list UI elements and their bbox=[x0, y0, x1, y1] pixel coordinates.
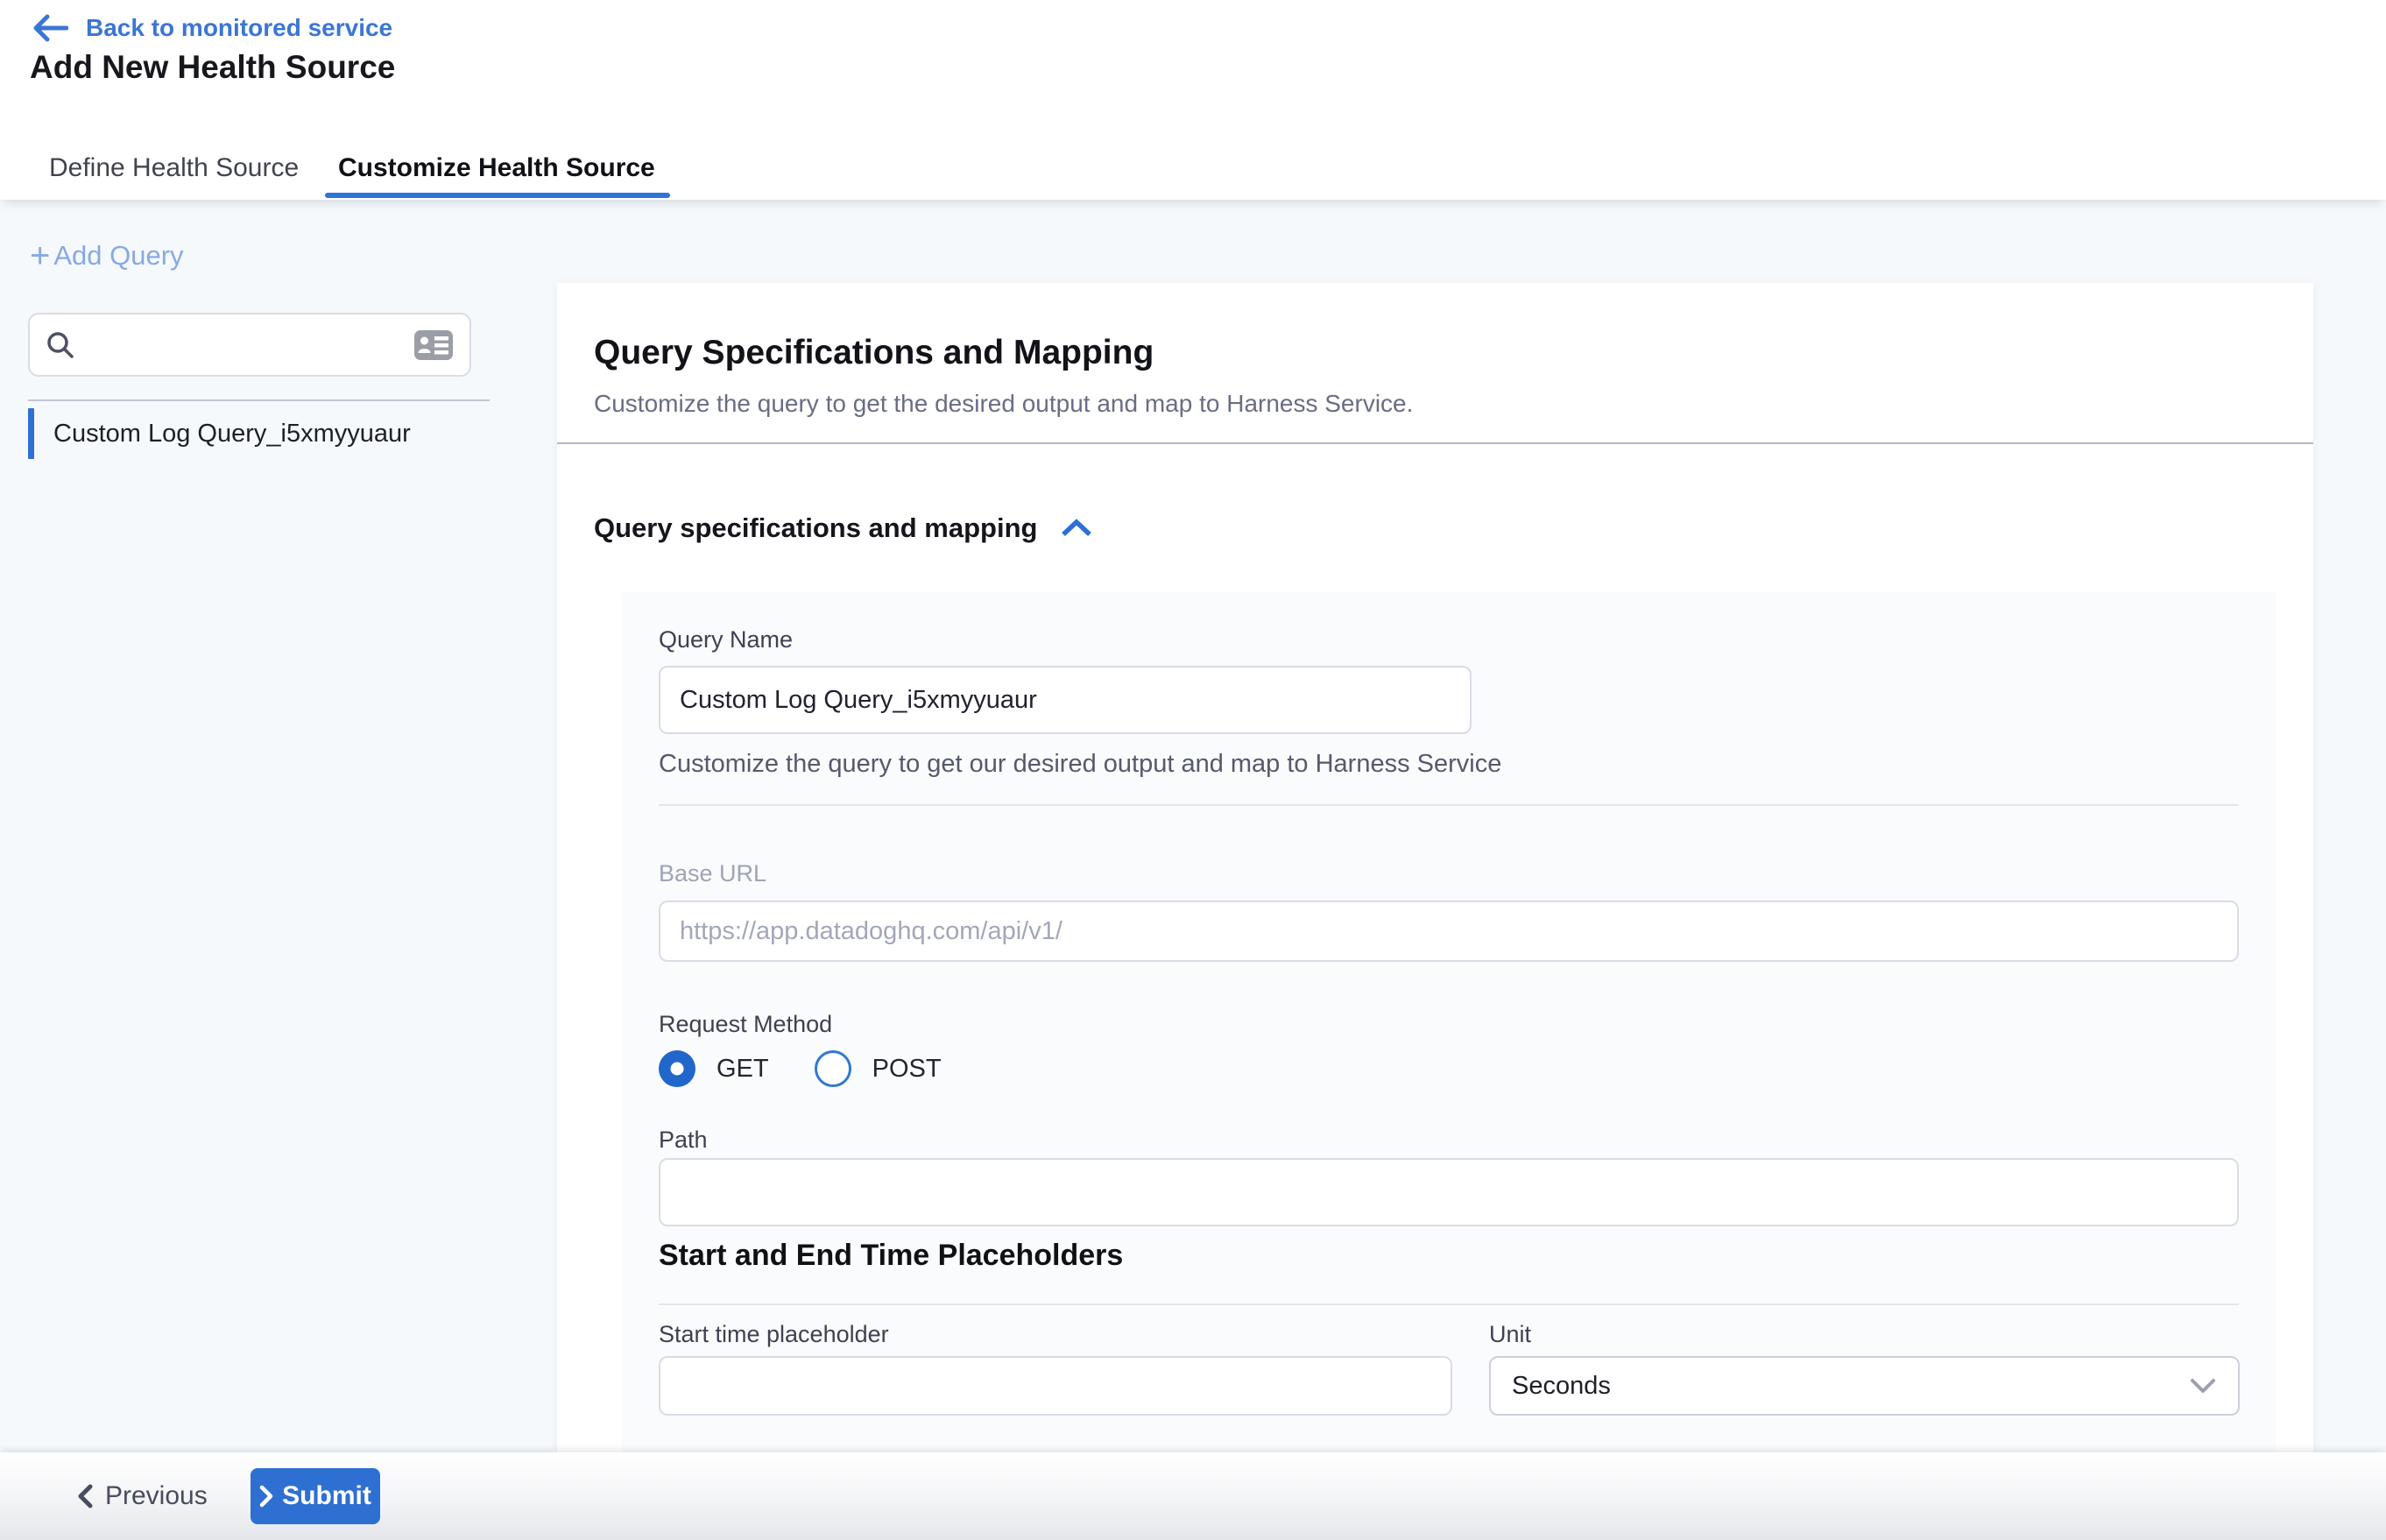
add-query-button[interactable]: + Add Query bbox=[30, 238, 184, 273]
app-root: Back to monitored service Add New Health… bbox=[0, 0, 2386, 1540]
chevron-left-icon bbox=[77, 1484, 93, 1508]
section-heading: Query specifications and mapping bbox=[594, 512, 1037, 544]
panel-title: Query Specifications and Mapping bbox=[594, 334, 1154, 372]
search-icon bbox=[46, 330, 75, 360]
sidebar-divider bbox=[28, 399, 490, 401]
footer-bar: Previous Submit bbox=[0, 1452, 2386, 1540]
radio-post-label: POST bbox=[872, 1055, 942, 1084]
request-method-label: Request Method bbox=[659, 1011, 832, 1038]
tab-customize-health-source[interactable]: Customize Health Source bbox=[338, 136, 655, 200]
start-time-input[interactable] bbox=[659, 1356, 1452, 1416]
tab-define-label: Define Health Source bbox=[49, 153, 299, 183]
selected-indicator bbox=[28, 408, 34, 459]
query-name-label: Query Name bbox=[659, 626, 793, 653]
radio-get[interactable] bbox=[659, 1050, 695, 1087]
chevron-right-icon bbox=[259, 1485, 273, 1508]
tab-customize-label: Customize Health Source bbox=[338, 153, 655, 183]
search-input[interactable] bbox=[88, 331, 413, 359]
previous-button[interactable]: Previous bbox=[77, 1481, 208, 1511]
tab-define-health-source[interactable]: Define Health Source bbox=[49, 136, 299, 200]
unit-label: Unit bbox=[1489, 1321, 1531, 1348]
query-spec-panel: Query Specifications and Mapping Customi… bbox=[557, 283, 2313, 1452]
query-mapping-card: Query Name Customize the query to get ou… bbox=[622, 592, 2276, 1452]
page-title: Add New Health Source bbox=[30, 49, 395, 86]
radio-get-label: GET bbox=[717, 1055, 769, 1084]
submit-button[interactable]: Submit bbox=[251, 1468, 380, 1524]
add-query-label: Add Query bbox=[53, 240, 183, 272]
query-name-help-text: Customize the query to get our desired o… bbox=[659, 750, 1501, 779]
start-time-label: Start time placeholder bbox=[659, 1321, 889, 1348]
query-item-label: Custom Log Query_i5xmyyuaur bbox=[53, 420, 411, 449]
path-label: Path bbox=[659, 1127, 708, 1154]
path-input[interactable] bbox=[659, 1158, 2239, 1226]
radio-post[interactable] bbox=[815, 1050, 851, 1087]
previous-button-label: Previous bbox=[105, 1481, 208, 1511]
placeholders-heading: Start and End Time Placeholders bbox=[659, 1239, 1123, 1273]
request-method-radio-group: GET POST bbox=[659, 1050, 966, 1087]
unit-select[interactable]: Seconds bbox=[1489, 1356, 2240, 1416]
card-view-icon[interactable] bbox=[413, 329, 454, 361]
back-arrow-icon bbox=[32, 14, 68, 42]
query-search-box bbox=[28, 313, 471, 377]
query-name-input[interactable] bbox=[659, 666, 1472, 734]
page-header: Back to monitored service Add New Health… bbox=[0, 0, 2386, 136]
back-link[interactable]: Back to monitored service bbox=[32, 14, 392, 42]
back-link-label: Back to monitored service bbox=[86, 14, 392, 42]
unit-select-value: Seconds bbox=[1512, 1372, 1611, 1401]
placeholders-divider bbox=[659, 1303, 2239, 1305]
base-url-label: Base URL bbox=[659, 860, 766, 887]
active-tab-indicator bbox=[325, 193, 670, 198]
tab-bar: Define Health Source Customize Health So… bbox=[0, 136, 2386, 200]
panel-subtitle: Customize the query to get the desired o… bbox=[594, 390, 1413, 418]
plus-icon: + bbox=[30, 238, 50, 273]
field-divider bbox=[659, 804, 2239, 806]
chevron-down-icon bbox=[2189, 1378, 2217, 1394]
chevron-up-icon[interactable] bbox=[1060, 518, 1093, 539]
base-url-input[interactable] bbox=[659, 901, 2239, 962]
query-list-item[interactable]: Custom Log Query_i5xmyyuaur bbox=[28, 408, 490, 459]
submit-button-label: Submit bbox=[282, 1481, 371, 1511]
section-header: Query specifications and mapping bbox=[594, 512, 1093, 544]
panel-divider bbox=[557, 442, 2313, 444]
